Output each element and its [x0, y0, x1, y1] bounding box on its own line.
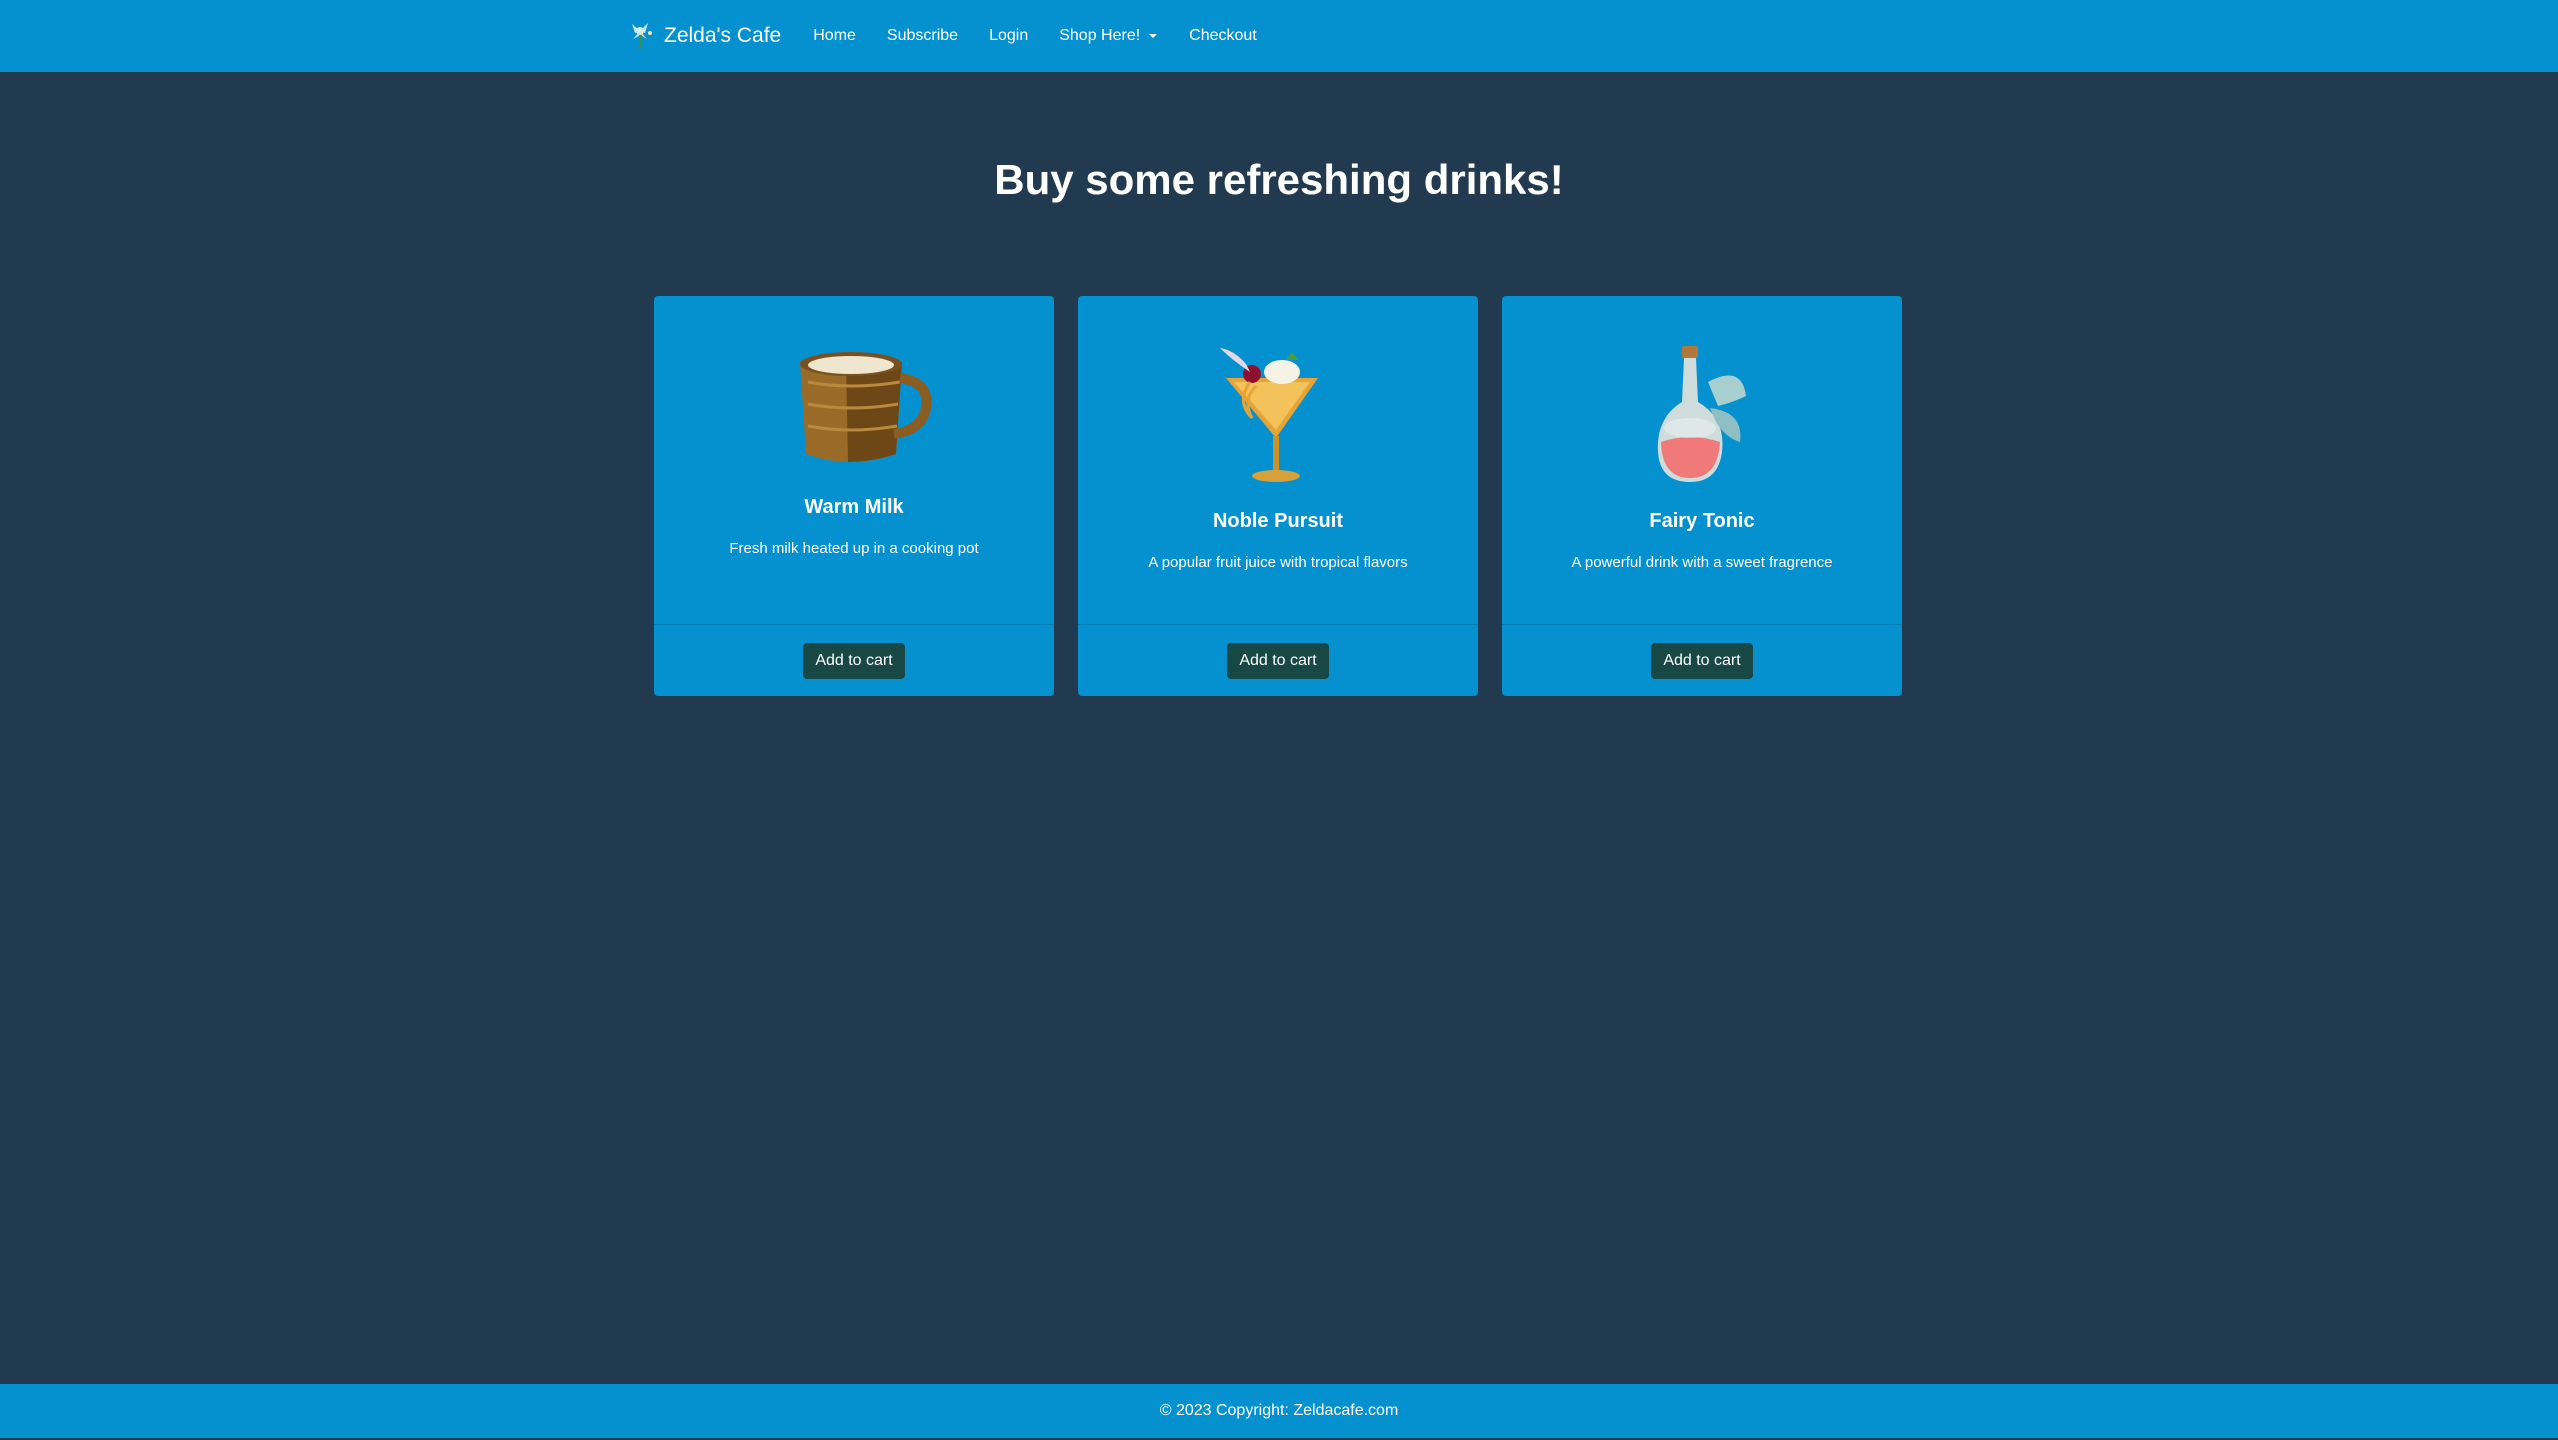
card-footer: Add to cart: [1502, 624, 1902, 696]
potion-bottle-icon: [1657, 346, 1746, 482]
nav-checkout[interactable]: Checkout: [1189, 27, 1257, 45]
product-card-warm-milk: Warm Milk Fresh milk heated up in a cook…: [654, 296, 1054, 696]
chevron-down-icon: [1149, 34, 1158, 38]
copyright-text: © 2023 Copyright: Zeldacafe.com: [1159, 1402, 1399, 1419]
product-card-fairy-tonic: Fairy Tonic A powerful drink with a swee…: [1502, 296, 1902, 696]
product-description: Fresh milk heated up in a cooking pot: [729, 540, 979, 557]
product-name: Fairy Tonic: [1649, 510, 1755, 532]
card-body: Noble Pursuit A popular fruit juice with…: [1078, 296, 1478, 624]
add-to-cart-button[interactable]: Add to cart: [803, 642, 905, 679]
card-body: Warm Milk Fresh milk heated up in a cook…: [654, 296, 1054, 624]
warm-milk-mug-icon: [800, 352, 932, 462]
nav-login[interactable]: Login: [989, 27, 1028, 45]
card-body: Fairy Tonic A powerful drink with a swee…: [1502, 296, 1902, 624]
page-title: Buy some refreshing drinks!: [994, 156, 1564, 203]
nav-shop-dropdown[interactable]: Shop Here!: [1059, 27, 1158, 45]
nav-shop-label: Shop Here!: [1059, 27, 1141, 44]
nav-subscribe[interactable]: Subscribe: [887, 27, 958, 45]
page-footer: © 2023 Copyright: Zeldacafe.com: [0, 1384, 2558, 1438]
top-navbar: Zelda's Cafe Home Subscribe Login Shop H…: [0, 0, 2558, 72]
fairy-icon: [632, 23, 652, 50]
product-description: A popular fruit juice with tropical flav…: [1148, 554, 1408, 571]
add-to-cart-button[interactable]: Add to cart: [1227, 642, 1329, 679]
card-footer: Add to cart: [654, 624, 1054, 696]
nav-home[interactable]: Home: [813, 27, 856, 45]
brand-name: Zelda's Cafe: [664, 24, 782, 47]
product-name: Warm Milk: [804, 496, 904, 518]
add-to-cart-button[interactable]: Add to cart: [1651, 642, 1753, 679]
card-footer: Add to cart: [1078, 624, 1478, 696]
product-name: Noble Pursuit: [1212, 510, 1343, 532]
brand-link[interactable]: Zelda's Cafe: [628, 19, 781, 53]
cocktail-glass-icon: [1220, 348, 1318, 482]
main-content: Buy some refreshing drinks! Warm Milk Fr…: [0, 72, 2558, 1384]
product-description: A powerful drink with a sweet fragrence: [1571, 554, 1833, 571]
product-card-noble-pursuit: Noble Pursuit A popular fruit juice with…: [1078, 296, 1478, 696]
